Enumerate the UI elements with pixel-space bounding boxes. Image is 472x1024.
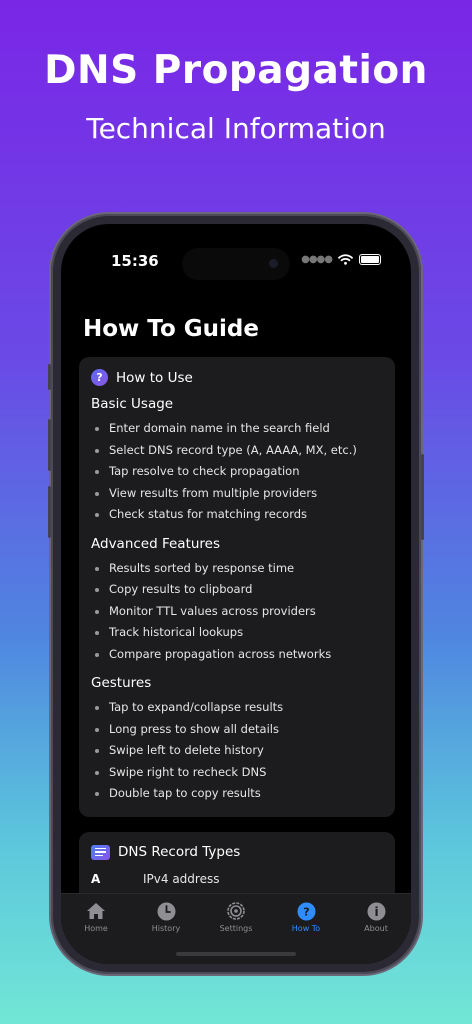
phone-screen: 15:36 ●●●● How To Guide ? How to Use Bas…: [61, 224, 411, 964]
action-button: [48, 364, 51, 390]
status-time: 15:36: [111, 252, 159, 270]
tab-label: History: [151, 924, 181, 933]
list-item: Compare propagation across networks: [79, 644, 395, 666]
list-item: View results from multiple providers: [79, 483, 395, 505]
list-icon: [91, 844, 110, 860]
list-item: Swipe left to delete history: [79, 740, 395, 762]
record-description: IPv4 address: [143, 872, 220, 886]
hero-title: DNS Propagation: [44, 48, 428, 93]
list-item: Track historical lookups: [79, 622, 395, 644]
section-title-basic-usage: Basic Usage: [91, 396, 174, 412]
list-item: Copy results to clipboard: [79, 579, 395, 601]
list-item: Swipe right to recheck DNS: [79, 762, 395, 784]
dynamic-island: [182, 248, 290, 280]
tab-home[interactable]: Home: [61, 894, 131, 964]
tab-label: Home: [84, 924, 108, 933]
signal-icon: ●●●●: [301, 254, 333, 265]
record-row: A IPv4 address: [91, 872, 395, 886]
gestures-list: Tap to expand/collapse results Long pres…: [79, 697, 395, 805]
dns-record-types-title: DNS Record Types: [118, 844, 241, 860]
power-button: [421, 454, 424, 540]
tab-bar: Home History Settings ? How To i About: [61, 893, 411, 964]
tab-label: About: [364, 924, 388, 933]
svg-text:i: i: [374, 905, 378, 919]
how-to-use-title: How to Use: [116, 369, 193, 386]
question-circle-icon: ?: [296, 901, 316, 921]
status-indicators: ●●●●: [301, 254, 381, 265]
list-item: Tap resolve to check propagation: [79, 461, 395, 483]
volume-up-button: [48, 419, 51, 471]
list-item: Tap to expand/collapse results: [79, 697, 395, 719]
info-circle-icon: i: [366, 901, 386, 921]
question-circle-icon: ?: [91, 369, 108, 386]
list-item: Double tap to copy results: [79, 783, 395, 805]
section-title-advanced-features: Advanced Features: [91, 535, 221, 552]
phone-frame: 15:36 ●●●● How To Guide ? How to Use Bas…: [48, 214, 424, 974]
record-type: A: [91, 872, 101, 886]
volume-down-button: [48, 486, 51, 538]
clock-icon: [156, 901, 176, 921]
house-icon: [86, 901, 106, 921]
section-title-gestures: Gestures: [91, 675, 152, 691]
how-to-use-card: ? How to Use Basic Usage Enter domain na…: [79, 357, 395, 817]
tab-label: Settings: [219, 924, 253, 933]
home-indicator[interactable]: [176, 952, 296, 956]
wifi-icon: [338, 254, 353, 265]
list-item: Results sorted by response time: [79, 558, 395, 580]
dns-record-types-header: DNS Record Types: [79, 832, 395, 860]
gear-icon: [226, 901, 246, 921]
svg-text:?: ?: [303, 905, 309, 918]
list-item: Long press to show all details: [79, 719, 395, 741]
page-title: How To Guide: [83, 316, 259, 342]
list-item: Enter domain name in the search field: [79, 418, 395, 440]
basic-usage-list: Enter domain name in the search field Se…: [79, 418, 395, 526]
advanced-features-list: Results sorted by response time Copy res…: [79, 558, 395, 666]
battery-icon: [359, 254, 381, 265]
list-item: Check status for matching records: [79, 504, 395, 526]
camera-icon: [269, 259, 278, 268]
how-to-use-header: ? How to Use: [79, 357, 395, 386]
list-item: Select DNS record type (A, AAAA, MX, etc…: [79, 440, 395, 462]
tab-label: How To: [291, 924, 321, 933]
hero-subtitle: Technical Information: [86, 112, 386, 145]
list-item: Monitor TTL values across providers: [79, 601, 395, 623]
tab-about[interactable]: i About: [341, 894, 411, 964]
